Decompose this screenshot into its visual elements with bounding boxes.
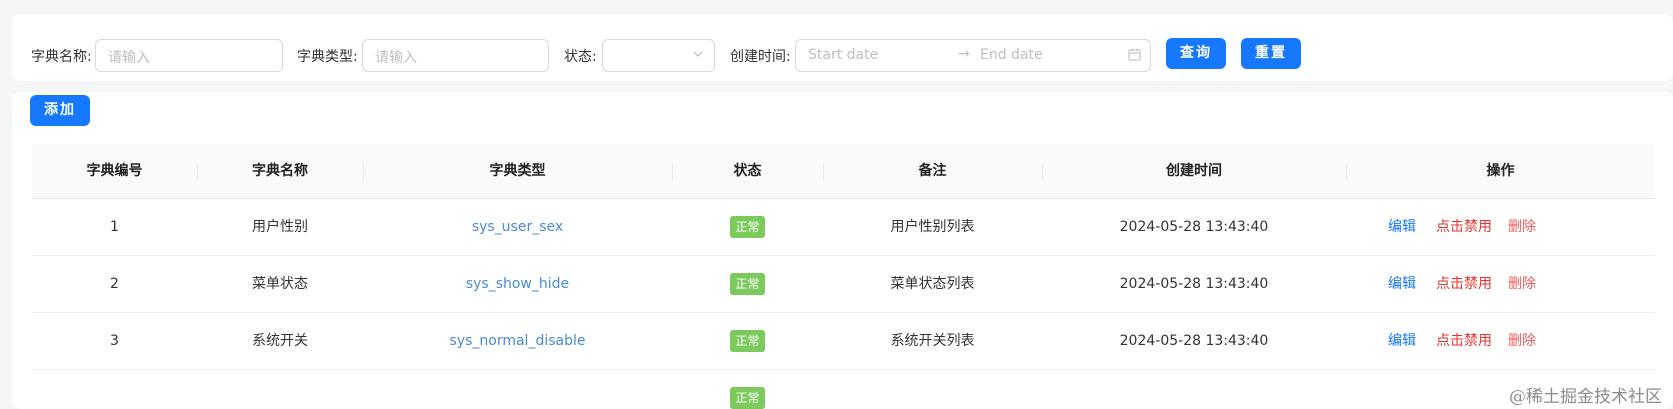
cell-remark: 用户性别列表 — [890, 219, 975, 235]
table-row: 1 用户性别 sys_user_sex 正常 用户性别列表 2024-05-28… — [32, 199, 1655, 256]
status-badge: 正常 — [730, 330, 765, 352]
watermark: @稀土掘金技术社区 — [1509, 387, 1662, 407]
cell-remark: 系统开关列表 — [890, 333, 975, 349]
column-header-type: 字典类型 — [489, 163, 546, 179]
cell-name: 用户性别 — [252, 219, 308, 235]
delete-link[interactable]: 删除 — [1508, 256, 1536, 312]
status-badge: 正常 — [730, 216, 765, 238]
column-header-actions: 操作 — [1486, 163, 1515, 179]
end-date-input[interactable]: End date — [980, 47, 1043, 63]
delete-link[interactable]: 删除 — [1508, 199, 1536, 255]
cell-status: 正常 — [672, 370, 823, 409]
dict-name-placeholder: 请输入 — [108, 50, 150, 66]
status-badge: 正常 — [730, 387, 765, 409]
cell-name: 系统开关 — [252, 333, 308, 349]
chevron-down-icon — [692, 48, 704, 64]
cell-created: 2024-05-28 13:43:40 — [1119, 276, 1269, 292]
column-header-remark: 备注 — [918, 163, 947, 179]
column-header-id: 字典编号 — [86, 163, 143, 179]
created-date-range[interactable]: Start date → End date — [795, 39, 1151, 72]
cell-type-link[interactable]: sys_user_sex — [363, 199, 672, 255]
delete-link[interactable]: 删除 — [1508, 313, 1536, 369]
disable-link[interactable]: 点击禁用 — [1436, 199, 1492, 255]
dict-name-label: 字典名称: — [31, 49, 92, 65]
add-button[interactable]: 添加 — [30, 95, 90, 126]
cell-created: 2024-05-28 13:43:40 — [1119, 333, 1269, 349]
status-label: 状态: — [564, 49, 597, 65]
created-time-label: 创建时间: — [730, 49, 791, 65]
table-row: 2 菜单状态 sys_show_hide 正常 菜单状态列表 2024-05-2… — [32, 256, 1655, 313]
cell-type-link[interactable]: sys_normal_disable — [363, 313, 672, 369]
cell-status: 正常 — [672, 313, 823, 369]
cell-status: 正常 — [672, 199, 823, 255]
cell-status: 正常 — [672, 256, 823, 312]
dict-type-input[interactable]: 请输入 — [362, 39, 549, 72]
disable-link[interactable]: 点击禁用 — [1436, 256, 1492, 312]
calendar-icon — [1128, 48, 1141, 65]
disable-link[interactable]: 点击禁用 — [1436, 313, 1492, 369]
cell-id: 3 — [110, 333, 119, 349]
dict-type-label: 字典类型: — [297, 49, 358, 65]
column-header-status: 状态 — [733, 163, 762, 179]
edit-link[interactable]: 编辑 — [1388, 199, 1416, 255]
start-date-input[interactable]: Start date — [808, 47, 878, 63]
reset-button[interactable]: 重置 — [1241, 38, 1301, 69]
status-select[interactable] — [602, 39, 715, 72]
search-form: 字典名称: 请输入 字典类型: 请输入 状态: 创建时间: Start date… — [12, 14, 1673, 81]
status-badge: 正常 — [730, 273, 765, 295]
edit-link[interactable]: 编辑 — [1388, 313, 1416, 369]
column-header-created: 创建时间 — [1166, 163, 1222, 179]
cell-id: 1 — [110, 219, 119, 235]
column-header-name: 字典名称 — [252, 163, 308, 179]
range-arrow-icon: → — [958, 46, 970, 62]
table-row: 3 系统开关 sys_normal_disable 正常 系统开关列表 2024… — [32, 313, 1655, 370]
dict-type-placeholder: 请输入 — [375, 50, 417, 66]
query-button[interactable]: 查询 — [1166, 38, 1226, 69]
dict-name-input[interactable]: 请输入 — [95, 39, 283, 72]
cell-id: 2 — [110, 276, 119, 292]
cell-created: 2024-05-28 13:43:40 — [1119, 219, 1269, 235]
edit-link[interactable]: 编辑 — [1388, 256, 1416, 312]
table-row: 正常 — [32, 370, 1655, 409]
cell-name: 菜单状态 — [252, 276, 308, 292]
dict-table-card: 添加 字典编号 字典名称 字典类型 状态 备注 创建时间 操作 1 用户性别 s… — [12, 92, 1673, 409]
cell-type-link[interactable]: sys_show_hide — [363, 256, 672, 312]
cell-remark: 菜单状态列表 — [890, 276, 975, 292]
table-header: 字典编号 字典名称 字典类型 状态 备注 创建时间 操作 — [32, 144, 1655, 199]
